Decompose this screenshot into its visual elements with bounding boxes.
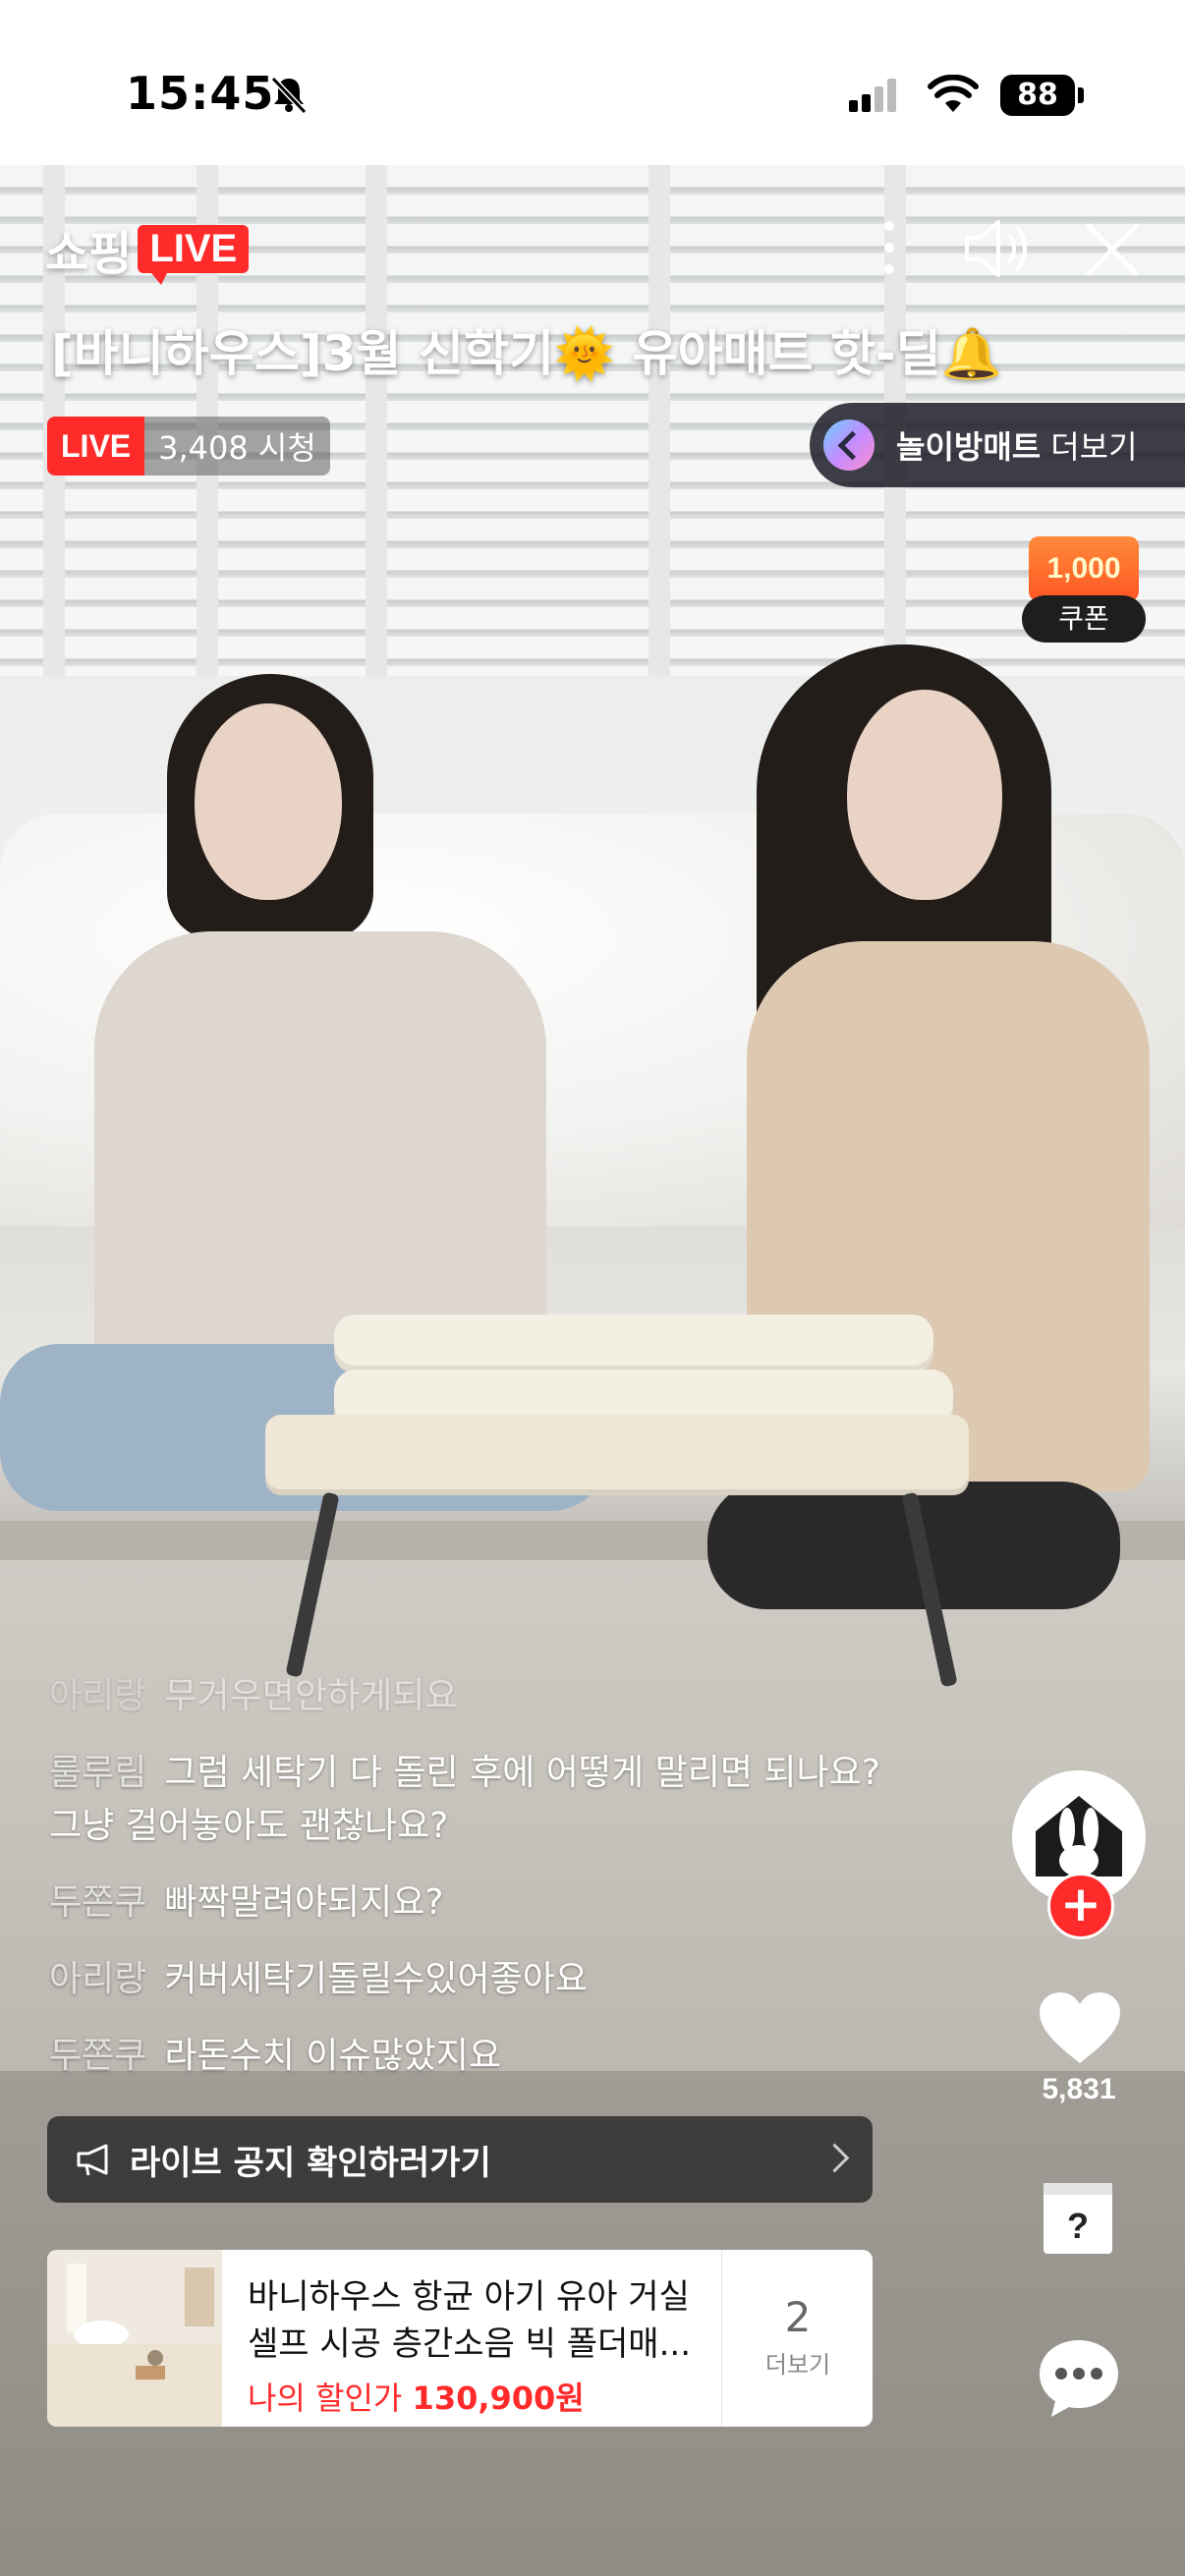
chat-nick: 룰루림 [49, 1753, 147, 1793]
wifi-icon [928, 75, 979, 112]
product-price-row: 나의 할인가 130,900원 [248, 2374, 585, 2419]
price-label: 나의 할인가 [248, 2380, 403, 2417]
follow-plus-button[interactable]: + [1047, 1873, 1114, 1939]
chat-text: 무거우면안하게되요 [164, 1676, 458, 1716]
chat-message: 아리랑 커버세탁기돌릴수있어좋아요 [49, 1953, 894, 2006]
mat-cushion-top [334, 1315, 933, 1373]
chat-message: 룰루림 그럼 세탁기 다 돌린 후에 어떻게 말리면 되나요? 그냥 걸어놓아도 … [49, 1747, 894, 1853]
question-box-icon[interactable]: ? [1040, 2179, 1116, 2258]
battery-tip [1078, 87, 1084, 103]
bell-slash-icon [270, 76, 308, 115]
product-price: 130,900원 [412, 2380, 585, 2417]
chat-message: 두쫀쿠 빠짝말려야되지요? [49, 1876, 894, 1930]
category-more-button[interactable]: 놀이방매트 더보기 [810, 403, 1185, 487]
chevron-right-icon [819, 2143, 850, 2173]
chat-text: 빠짝말려야되지요? [164, 1882, 444, 1923]
like-count: 5,831 [1042, 2073, 1116, 2105]
broadcast-title: [바니하우스]3월 신학기🌞 유아매트 핫-딜🔔 [51, 325, 1002, 382]
product-name: 바니하우스 항균 아기 유아 거실 셀프 시공 층간소음 빅 폴더매... [248, 2277, 692, 2364]
shutter-frame [649, 165, 670, 715]
plus-icon: + [1060, 1876, 1101, 1932]
svg-text:?: ? [1067, 2206, 1089, 2246]
chat-message: 아리랑 무거우면안하게되요 [49, 1670, 894, 1723]
coupon-amount: 1,000 [1029, 536, 1139, 601]
live-video[interactable] [0, 165, 1185, 2576]
battery-indicator: 88 [1000, 75, 1075, 116]
live-badge: LIVE [47, 417, 145, 476]
speaker-icon[interactable] [961, 214, 1034, 283]
heart-icon[interactable] [1036, 1988, 1124, 2067]
close-icon[interactable] [1085, 222, 1140, 277]
product-count: 2 [784, 2293, 812, 2341]
category-label: 놀이방매트 [896, 428, 1042, 466]
product-more-label: 더보기 [764, 2351, 831, 2379]
chat-nick: 아리랑 [49, 1959, 147, 1999]
coupon-button[interactable]: 1,000 쿠폰 [1022, 536, 1146, 643]
status-bar: 15:45 88 [0, 0, 1185, 165]
category-more-label: 더보기 [1050, 428, 1138, 466]
live-notice-button[interactable]: 라이브 공지 확인하러가기 [47, 2116, 873, 2203]
chat-message: 두쫀쿠 라돈수치 이슈많았지요 [49, 2030, 894, 2083]
notice-text: 라이브 공지 확인하러가기 [130, 2143, 491, 2183]
more-vertical-icon[interactable] [875, 218, 904, 277]
chat-nick: 두쫀쿠 [49, 2036, 147, 2076]
chat-bubble-icon[interactable] [1036, 2334, 1122, 2421]
shutter-frame [366, 165, 387, 715]
chat-text: 그럼 세탁기 다 돌린 후에 어떻게 말리면 되나요? 그냥 걸어놓아도 괜찮나… [49, 1753, 880, 1846]
chevron-left-icon [823, 420, 875, 471]
chat-text: 커버세탁기돌릴수있어좋아요 [164, 1959, 588, 1999]
product-list-more-button[interactable]: 2 더보기 [721, 2250, 873, 2427]
viewer-count: 3,408 시청 [158, 429, 316, 467]
status-time: 15:45 [126, 67, 275, 120]
chat-text: 라돈수치 이슈많았지요 [164, 2036, 502, 2076]
chat-list: 아리랑 무거우면안하게되요 룰루림 그럼 세탁기 다 돌린 후에 어떻게 말리면 되… [49, 1670, 894, 2106]
chat-nick: 두쫀쿠 [49, 1882, 147, 1923]
product-card[interactable]: 바니하우스 항균 아기 유아 거실 셀프 시공 층간소음 빅 폴더매... 나의… [47, 2250, 873, 2427]
shopping-live-logo: 쇼핑 LIVE [45, 214, 250, 285]
viewer-badge: LIVE 3,408 시청 [47, 417, 330, 476]
brand-text: 쇼핑 [45, 226, 133, 281]
lap-table [265, 1415, 969, 1489]
product-thumbnail [47, 2250, 222, 2427]
brand-live-badge: LIVE [138, 224, 250, 285]
coupon-label: 쿠폰 [1022, 595, 1146, 643]
chat-nick: 아리랑 [49, 1676, 147, 1716]
megaphone-icon [77, 2144, 108, 2176]
signal-icon [849, 79, 898, 112]
